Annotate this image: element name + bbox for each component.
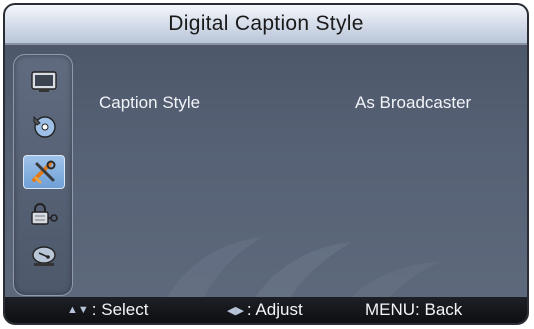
back-hint: MENU: Back	[365, 300, 462, 320]
caption-style-row[interactable]: Caption Style As Broadcaster	[99, 93, 509, 117]
adjust-hint-label: : Adjust	[246, 300, 303, 319]
adjust-hint: ◀▶ : Adjust	[227, 300, 303, 320]
sidebar-item-audio[interactable]	[28, 111, 60, 141]
up-down-arrows-icon: ▲▼	[67, 304, 89, 316]
background-swirl-decoration	[154, 237, 441, 323]
left-right-arrows-icon: ◀▶	[227, 304, 244, 317]
select-hint-label: : Select	[91, 300, 149, 319]
lock-key-icon	[31, 203, 58, 225]
audio-disc-icon	[33, 115, 56, 138]
caption-style-label: Caption Style	[99, 93, 201, 112]
sidebar-item-lock[interactable]	[28, 199, 60, 229]
satellite-dish-icon	[32, 246, 56, 266]
back-hint-label: MENU: Back	[365, 300, 463, 319]
sidebar-item-setup[interactable]	[23, 155, 65, 189]
menu-window: Digital Caption Style Caption Style As B…	[3, 3, 529, 325]
sidebar-item-channel[interactable]	[28, 241, 60, 271]
setup-tools-icon	[32, 160, 56, 184]
title-bar: Digital Caption Style	[5, 5, 527, 45]
select-hint: ▲▼ : Select	[67, 300, 148, 320]
sidebar-menu	[13, 54, 73, 296]
page-title: Digital Caption Style	[168, 12, 364, 35]
tv-screen-icon	[31, 71, 57, 92]
caption-style-value[interactable]: As Broadcaster	[355, 93, 471, 113]
sidebar-item-picture[interactable]	[28, 67, 60, 97]
footer-hint-bar: ▲▼ : Select ◀▶ : Adjust MENU: Back	[5, 297, 527, 323]
